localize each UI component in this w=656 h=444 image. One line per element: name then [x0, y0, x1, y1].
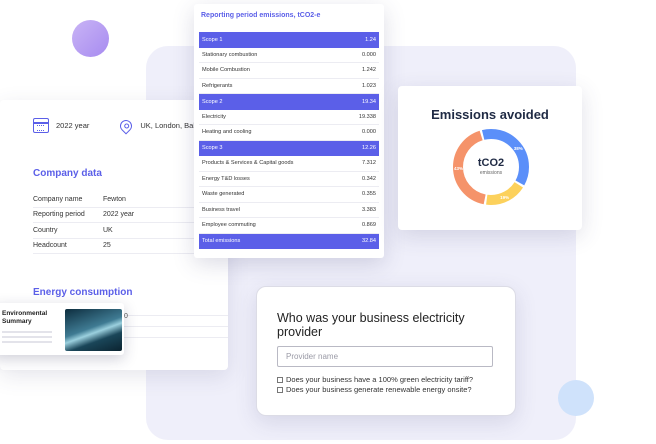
green-tariff-checkbox[interactable]: Does your business have a 100% green ele…	[277, 375, 473, 384]
row-value: Fewton	[103, 195, 126, 203]
row-label: Headcount	[33, 242, 67, 250]
scope-row: Scope 2 19.34	[199, 94, 379, 110]
table-row: Energy T&D losses 0.342	[199, 172, 379, 187]
row-label: Energy T&D losses	[202, 175, 250, 182]
provider-name-input[interactable]	[277, 346, 493, 367]
row-label: Company name	[33, 195, 83, 203]
row-value: 19.34	[362, 98, 376, 105]
emissions-report-title: Reporting period emissions, tCO2-e	[201, 12, 321, 19]
emissions-avoided-title: Emissions avoided	[431, 107, 549, 122]
energy-consumption-title: Energy consumption	[33, 287, 133, 298]
row-value: 12.26	[362, 145, 376, 152]
row-label: Products & Services & Capital goods	[202, 160, 294, 167]
row-label: Mobile Combustion	[202, 67, 250, 74]
table-row: Stationary combustion 0.000	[199, 48, 379, 63]
table-row: Waste generated 0.355	[199, 187, 379, 203]
row-label: Scope 3	[202, 145, 223, 152]
table-row: Mobile Combustion 1.242	[199, 63, 379, 79]
summary-placeholder-lines	[2, 331, 52, 346]
row-label: Reporting period	[33, 211, 85, 219]
total-row: Total emissions 32.84	[199, 233, 379, 249]
checkbox-box[interactable]	[277, 386, 283, 393]
calendar-icon	[33, 118, 49, 133]
checkbox-label: Does your business generate renewable en…	[286, 385, 472, 394]
company-meta: 2022 year UK, London, Baker str.	[33, 117, 216, 134]
donut-percent-label: 38%	[513, 145, 523, 151]
table-row: Heating and cooling 0.000	[199, 125, 379, 141]
row-label: Total emissions	[202, 238, 241, 245]
row-label: Scope 2	[202, 98, 223, 105]
row-value: 32.84	[362, 238, 376, 245]
table-row: Business travel 3.383	[199, 203, 379, 218]
decorative-circle	[72, 20, 109, 57]
electricity-provider-question-card: Who was your business electricity provid…	[256, 286, 516, 416]
donut-percent-label: 43%	[454, 166, 464, 172]
row-value: 0.342	[362, 175, 376, 182]
row-value: 0.355	[362, 191, 376, 198]
row-value: 1.242	[362, 67, 376, 74]
row-label: Heating and cooling	[202, 129, 252, 136]
donut-percent-label: 19%	[500, 195, 510, 201]
scope-row: Scope 3 12.26	[199, 140, 379, 156]
row-value: UK	[103, 226, 113, 234]
row-value: 2022 year	[103, 211, 135, 219]
checkbox-label: Does your business have a 100% green ele…	[286, 375, 474, 384]
summary-thumbnail-image	[65, 309, 122, 351]
row-value: 19.338	[358, 113, 376, 120]
year-label: 2022 year	[56, 121, 90, 130]
renewable-onsite-checkbox[interactable]: Does your business generate renewable en…	[277, 385, 472, 394]
environmental-summary-title: Environmental Summary	[2, 310, 48, 325]
row-label: Waste generated	[202, 191, 245, 198]
question-title: Who was your business electricity provid…	[277, 311, 465, 339]
row-value: 0.869	[362, 222, 376, 229]
decorative-circle	[558, 380, 594, 416]
row-value: 1.023	[362, 82, 376, 89]
company-data-title: Company data	[33, 168, 102, 179]
checkbox-box[interactable]	[277, 376, 283, 383]
table-row: Refrigerants 1.023	[199, 79, 379, 94]
environmental-summary-card[interactable]: Environmental Summary	[0, 303, 124, 355]
table-row: Products & Services & Capital goods 7.312	[199, 156, 379, 172]
row-label: Business travel	[202, 206, 240, 213]
emissions-table: Scope 1 1.24 Stationary combustion 0.000 Mob…	[199, 32, 379, 249]
location-pin-icon	[117, 117, 135, 134]
row-label: Scope 1	[202, 36, 223, 43]
emissions-report-card: Reporting period emissions, tCO2-e Scope…	[194, 4, 384, 258]
row-value: 0.000	[362, 51, 376, 58]
row-label: Employee commuting	[202, 222, 256, 229]
row-value: 7.312	[362, 160, 376, 167]
row-label: Electricity	[202, 113, 226, 120]
table-row: Electricity 19.338	[199, 110, 379, 125]
row-value: 0.000	[362, 129, 376, 136]
scope-row: Scope 1 1.24	[199, 32, 379, 48]
row-label: Country	[33, 226, 58, 234]
row-value: 25	[103, 242, 111, 250]
row-value: 3.383	[362, 206, 376, 213]
row-value: 1.24	[365, 36, 376, 43]
energy-snippet: 0	[124, 313, 128, 320]
table-row: Employee commuting 0.869	[199, 218, 379, 234]
emissions-avoided-card: Emissions avoided tCO2 emissions 38% 19% 4…	[398, 86, 582, 230]
row-label: Refrigerants	[202, 82, 233, 89]
row-label: Stationary combustion	[202, 51, 258, 58]
